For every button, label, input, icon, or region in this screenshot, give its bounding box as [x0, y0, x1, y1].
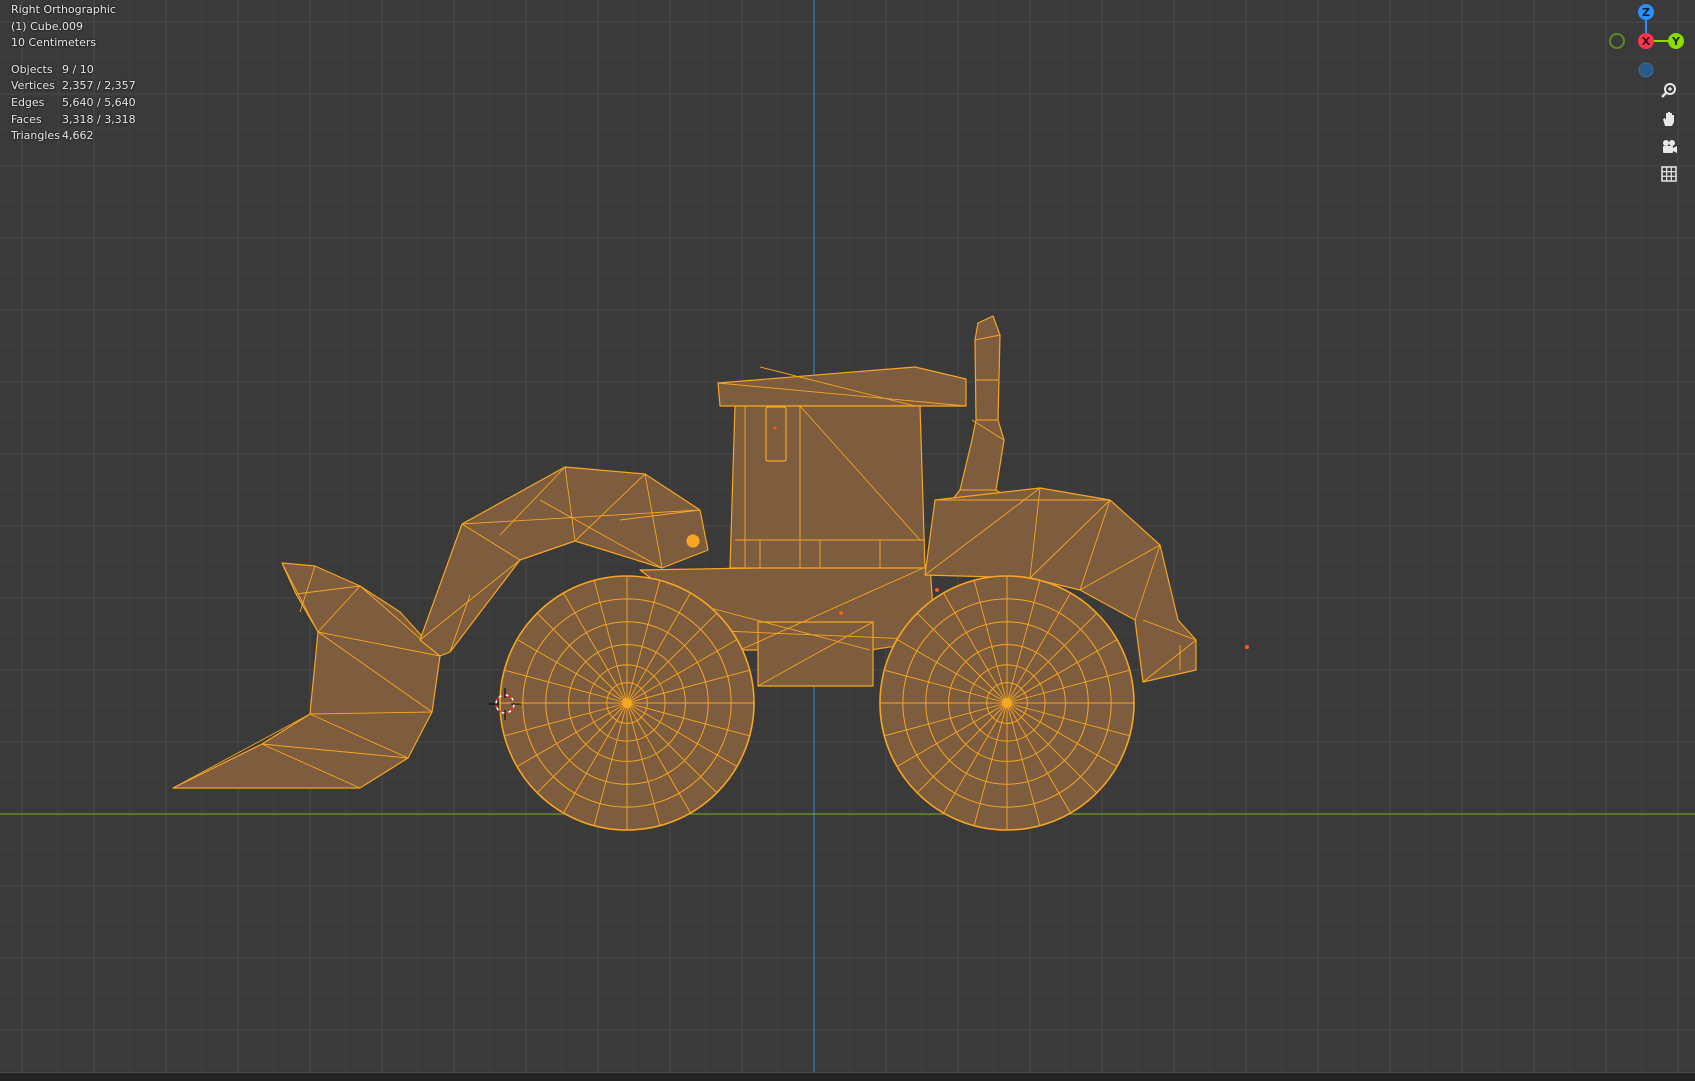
3d-viewport[interactable]: Right Orthographic (1) Cube.009 10 Centi…	[0, 0, 1695, 1072]
stat-value: 2,357 / 2,357	[62, 79, 136, 93]
camera-icon	[1663, 140, 1677, 153]
camera-view-button[interactable]	[1657, 135, 1681, 159]
navigation-gizmo[interactable]: Z Y X	[1602, 2, 1694, 82]
wheel-hub	[1002, 698, 1012, 708]
pan-button[interactable]	[1657, 107, 1681, 131]
y-axis-handle[interactable]: Y	[1668, 33, 1684, 49]
stat-label: Faces	[11, 112, 42, 126]
front-wheel[interactable]	[499, 575, 755, 831]
stat-row: Vertices 2,357 / 2,357	[11, 78, 136, 95]
cab-body	[729, 405, 926, 569]
wheel-hub	[622, 698, 632, 708]
neg-y-axis-handle	[1609, 33, 1625, 49]
stat-row: Edges 5,640 / 5,640	[11, 95, 136, 112]
rear-wheel[interactable]	[879, 575, 1135, 831]
stat-label: Vertices	[11, 79, 55, 93]
grid-toggle-icon	[1661, 166, 1677, 182]
viewport-grid	[0, 0, 1695, 1072]
stat-value: 4,662	[62, 129, 94, 143]
view-name: Right Orthographic	[11, 3, 116, 16]
z-axis-handle[interactable]: Z	[1638, 4, 1654, 20]
grid-scale: 10 Centimeters	[11, 36, 97, 50]
x-axis-label: X	[1642, 35, 1651, 48]
active-object-name: (1) Cube.009	[11, 19, 83, 33]
stat-label: Objects	[11, 62, 53, 76]
stat-value: 3,318 / 3,318	[62, 112, 136, 126]
stat-row: Objects 9 / 10	[11, 62, 136, 79]
stat-value: 5,640 / 5,640	[62, 95, 136, 109]
zoom-icon	[1661, 83, 1676, 98]
z-axis-label: Z	[1642, 6, 1650, 19]
stat-value: 9 / 10	[62, 62, 94, 76]
zoom-button[interactable]	[1657, 79, 1681, 103]
side-mirror	[765, 406, 787, 462]
viewport-info-overlay: Right Orthographic (1) Cube.009 10 Centi…	[11, 2, 136, 145]
y-axis-label: Y	[1671, 35, 1681, 48]
exhaust-pipe	[951, 315, 1009, 501]
stat-row: Triangles 4,662	[11, 128, 136, 145]
hand-pan-icon	[1663, 112, 1674, 126]
pivot-joint	[686, 534, 700, 548]
stat-label: Triangles	[11, 129, 60, 143]
ortho-toggle-button[interactable]	[1657, 162, 1681, 186]
stat-label: Edges	[11, 95, 45, 109]
neg-z-axis-handle	[1638, 62, 1654, 78]
x-axis-handle[interactable]: X	[1638, 33, 1654, 49]
scene-statistics: Objects 9 / 10 Vertices 2,357 / 2,357 Edge…	[11, 62, 136, 145]
stat-row: Faces 3,318 / 3,318	[11, 112, 136, 129]
